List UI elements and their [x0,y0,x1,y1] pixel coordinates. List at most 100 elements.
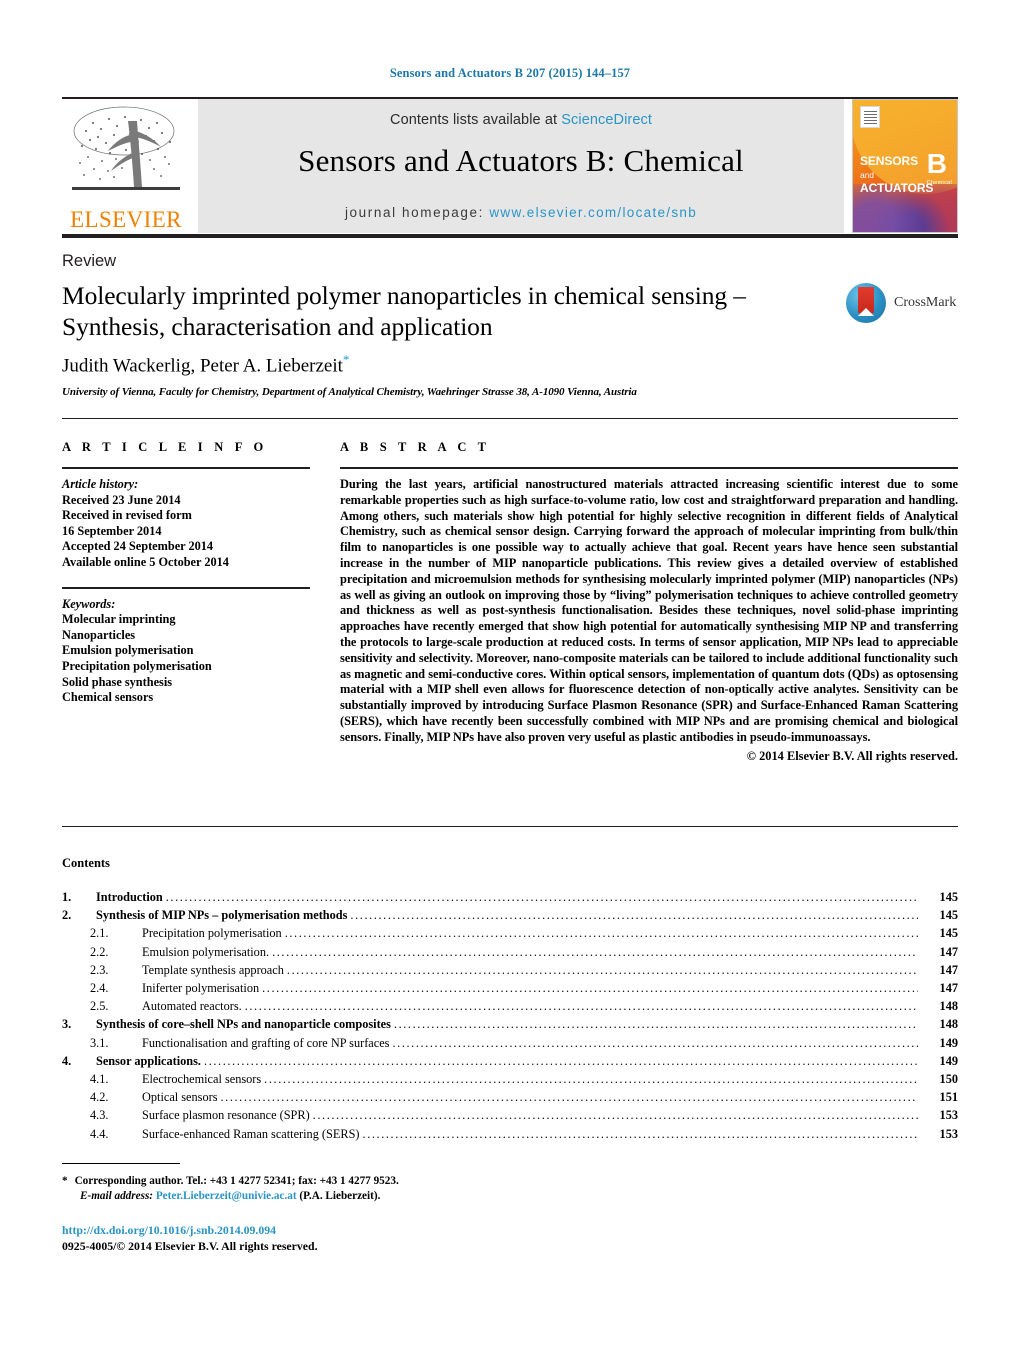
toc-entry[interactable]: 4.4. Surface-enhanced Raman scattering (S… [62,1125,958,1143]
toc-entry-label: Iniferter polymerisation [142,981,260,996]
article-history-label: Article history: [62,477,139,491]
toc-leader-dots: ........................................… [244,999,918,1014]
article-info-heading: A R T I C L E I N F O [62,440,268,454]
history-item: Received 23 June 2014 [62,492,181,507]
cover-series-letter: B [926,148,947,179]
toc-entry-page: 149 [939,1053,958,1068]
history-item: Received in revised form [62,508,192,523]
toc-entry-page: 147 [939,944,958,959]
toc-entry[interactable]: 2.4. Iniferter polymerisation............… [62,979,958,997]
toc-entry[interactable]: 4.1. Electrochemical sensors.............… [62,1070,958,1088]
cover-series-subtitle: Chemical [926,180,952,186]
toc-leader-dots: ........................................… [393,1017,918,1032]
contents-prefix: Contents lists available at [390,112,562,128]
toc-entry-number: 2.1. [90,926,109,941]
article-history-block: Article history: Received 23 June 2014 R… [62,477,310,571]
toc-entry-number: 2.4. [90,981,109,996]
toc-entry-label: Surface plasmon resonance (SPR) [142,1108,310,1123]
toc-entry-page: 148 [939,999,958,1014]
toc-entry-page: 145 [939,926,958,941]
toc-entry-page: 147 [939,962,958,977]
toc-leader-dots: ........................................… [165,890,918,904]
homepage-prefix: journal homepage: [344,205,490,220]
toc-entry[interactable]: 2.1. Precipitation polymerisation........… [62,924,958,942]
toc-leader-dots: ........................................… [264,1072,918,1087]
abstract-rule [340,467,958,469]
toc-entry[interactable]: 4.3. Surface plasmon resonance (SPR).....… [62,1106,958,1124]
history-item: 16 September 2014 [62,523,162,538]
email-owner: (P.A. Lieberzeit). [299,1190,381,1202]
toc-entry-label: Electrochemical sensors [142,1072,262,1087]
toc-entry-number: 2.5. [90,999,109,1014]
abstract-column: A B S T R A C T During the last years, a… [340,440,958,764]
toc-entry-page: 150 [939,1072,958,1087]
toc-entry-page: 145 [939,908,958,923]
toc-entry[interactable]: 1. Introduction..........................… [62,888,958,906]
abstract-copyright: © 2014 Elsevier B.V. All rights reserved… [746,748,958,763]
toc-entry-page: 149 [939,1035,958,1050]
toc-leader-dots: ........................................… [286,962,918,977]
abstract-body: During the last years, artificial nanost… [340,477,958,744]
footnote-star: * [62,1175,68,1187]
keyword-item: Precipitation polymerisation [62,658,212,673]
toc-leader-dots: ........................................… [392,1035,918,1050]
toc-entry-number: 4.2. [90,1090,109,1105]
toc-entry-number: 2. [62,908,72,923]
affiliation: University of Vienna, Faculty for Chemis… [62,386,637,398]
toc-leader-dots: ........................................… [262,981,918,996]
abstract-heading: A B S T R A C T [340,440,491,454]
toc-entry-page: 148 [939,1017,958,1032]
keyword-item: Chemical sensors [62,690,154,705]
toc-entry[interactable]: 2.2. Emulsion polymerisation.............… [62,943,958,961]
table-of-contents: 1. Introduction..........................… [62,888,958,1143]
keywords-block: Keywords: Molecular imprinting Nanoparti… [62,597,310,706]
email-note: E-mail address: Peter.Lieberzeit@univie.… [62,1189,662,1204]
toc-entry-label: Sensor applications. [96,1053,202,1068]
toc-entry-number: 2.2. [90,944,109,959]
sciencedirect-link[interactable]: ScienceDirect [561,112,652,128]
doi-link[interactable]: http://dx.doi.org/10.1016/j.snb.2014.09.… [62,1222,318,1238]
masthead-bottom-rule [62,234,958,238]
keyword-item: Molecular imprinting [62,612,176,627]
doi-block: http://dx.doi.org/10.1016/j.snb.2014.09.… [62,1222,318,1254]
toc-entry-number: 4.1. [90,1072,109,1087]
article-info-rule-1 [62,467,310,469]
toc-entry[interactable]: 2. Synthesis of MIP NPs – polymerisation … [62,906,958,924]
journal-masthead: ELSEVIER Contents lists available at Sci… [62,99,958,233]
toc-entry-label: Automated reactors. [142,999,242,1014]
journal-homepage-link[interactable]: www.elsevier.com/locate/snb [489,205,697,220]
keyword-item: Nanoparticles [62,627,136,642]
contents-heading: Contents [62,856,110,870]
toc-entry-label: Template synthesis approach [142,962,284,977]
toc-entry-number: 2.3. [90,962,109,977]
cover-line2: ACTUATORS [860,181,934,195]
toc-leader-dots: ........................................… [272,944,918,959]
toc-entry-number: 3.1. [90,1035,109,1050]
toc-entry[interactable]: 4.2. Optical sensors.....................… [62,1088,958,1106]
toc-entry-page: 145 [939,890,958,904]
email-link[interactable]: Peter.Lieberzeit@univie.ac.at [156,1190,297,1202]
toc-entry[interactable]: 3. Synthesis of core–shell NPs and nanopa… [62,1015,958,1033]
toc-entry[interactable]: 2.3. Template synthesis approach.........… [62,961,958,979]
corresponding-author-marker[interactable]: * [343,352,350,367]
author-names: Judith Wackerlig, Peter A. Lieberzeit [62,355,343,377]
toc-entry-page: 151 [939,1090,958,1105]
toc-entry[interactable]: 3.1. Functionalisation and grafting of co… [62,1034,958,1052]
keyword-item: Solid phase synthesis [62,674,173,689]
toc-entry-label: Precipitation polymerisation [142,926,282,941]
toc-entry-page: 147 [939,981,958,996]
toc-entry[interactable]: 2.5. Automated reactors..................… [62,997,958,1015]
toc-entry-label: Surface-enhanced Raman scattering (SERS) [142,1126,360,1141]
crossmark-icon[interactable] [846,283,886,323]
article-info-column: A R T I C L E I N F O Article history: R… [62,440,310,706]
footnote-block: * Corresponding author. Tel.: +43 1 4277 … [62,1174,662,1204]
crossmark-badge-group[interactable]: CrossMark [846,283,958,327]
author-list: Judith Wackerlig, Peter A. Lieberzeit* [62,352,349,377]
journal-homepage-line: journal homepage: www.elsevier.com/locat… [198,205,844,220]
cover-and: and [860,170,874,180]
cover-elsevier-mark-icon [860,106,880,128]
elsevier-wordmark: ELSEVIER [70,207,182,232]
toc-entry[interactable]: 4. Sensor applications...................… [62,1052,958,1070]
email-label: E-mail address: [80,1190,154,1202]
toc-entry-page: 153 [939,1126,958,1141]
